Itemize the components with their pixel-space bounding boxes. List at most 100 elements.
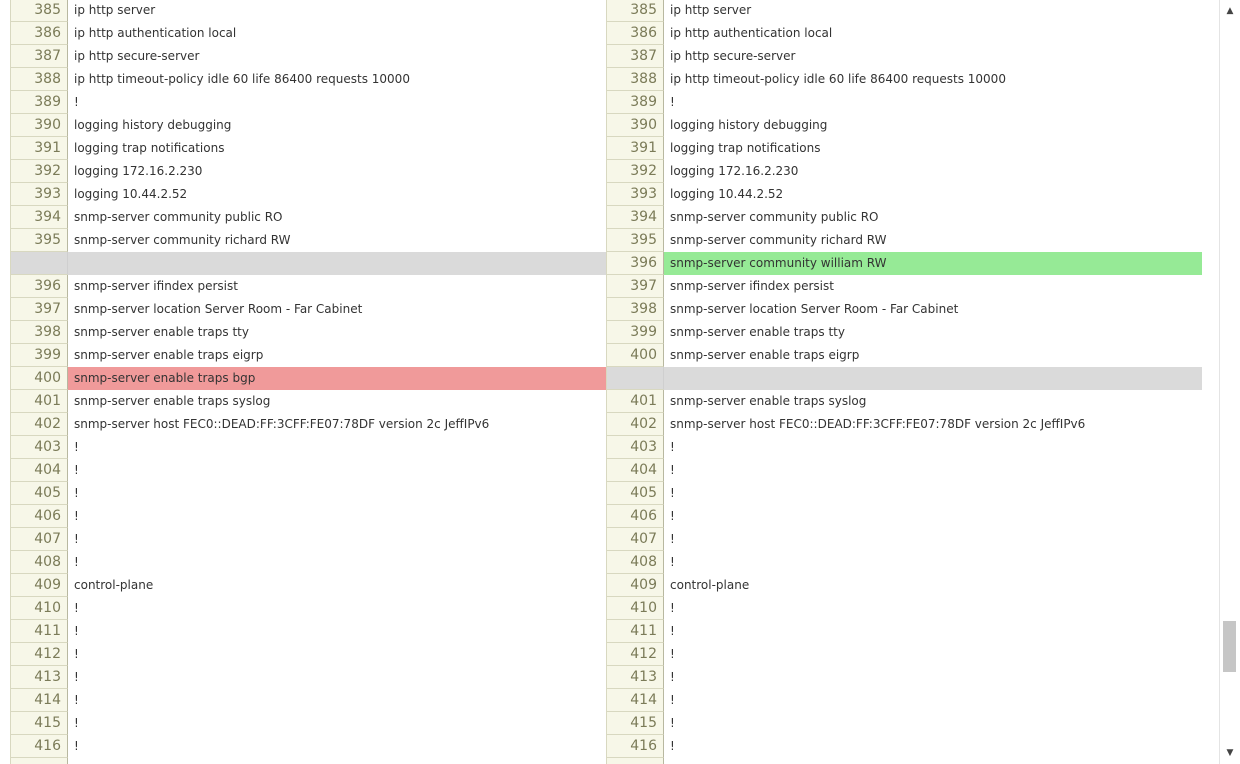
line-text: !: [670, 739, 675, 753]
line-text: ip http secure-server: [74, 49, 200, 63]
code-line: 388 ip http timeout-policy idle 60 life 8…: [10, 68, 606, 91]
code-line: 406!: [606, 505, 1202, 528]
code-line: 402 snmp-server host FEC0::DEAD:FF:3CFF:F…: [606, 413, 1202, 436]
code-line: 411!: [606, 620, 1202, 643]
line-text: ip http authentication local: [670, 26, 833, 40]
line-number: 393: [10, 183, 68, 206]
line-text: !: [670, 601, 675, 615]
line-number: 408: [606, 551, 664, 574]
line-text: !: [74, 463, 79, 477]
line-text: snmp-server location Server Room - Far C…: [670, 302, 959, 316]
code-line: 385 ip http server: [10, 0, 606, 22]
line-text: !: [670, 624, 675, 638]
line-number: 411: [10, 620, 68, 643]
line-number: 405: [606, 482, 664, 505]
code-line: 411!: [10, 620, 606, 643]
line-number: 396: [606, 252, 664, 275]
line-text: logging 172.16.2.230: [670, 164, 799, 178]
code-line: 392 logging 172.16.2.230: [10, 160, 606, 183]
line-text: snmp-server location Server Room - Far C…: [74, 302, 363, 316]
line-text: !: [670, 463, 675, 477]
placeholder-line: [606, 367, 1202, 390]
line-text: !: [74, 95, 79, 109]
line-text: !: [74, 532, 79, 546]
code-line: 393 logging 10.44.2.52: [606, 183, 1202, 206]
line-text: [664, 367, 1202, 390]
code-line: 396 snmp-server ifindex persist: [10, 275, 606, 298]
line-text: snmp-server enable traps eigrp: [74, 348, 264, 362]
left-diff-pane[interactable]: 385 ip http server 386 ip http authenticati…: [10, 0, 606, 764]
line-number: 400: [10, 367, 68, 390]
code-line: 390 logging history debugging: [10, 114, 606, 137]
code-line: 416!: [10, 735, 606, 758]
line-number: [10, 758, 68, 764]
code-line: 404!: [606, 459, 1202, 482]
line-number: 399: [606, 321, 664, 344]
scroll-down-icon[interactable]: ▼: [1220, 745, 1240, 761]
code-line: 391 logging trap notifications: [10, 137, 606, 160]
line-text: !: [74, 647, 79, 661]
line-number: 411: [606, 620, 664, 643]
line-number: 405: [10, 482, 68, 505]
line-number: 402: [10, 413, 68, 436]
line-number: 392: [10, 160, 68, 183]
line-text: snmp-server community william RW: [664, 252, 1202, 275]
line-number: 415: [606, 712, 664, 735]
line-number: 388: [10, 68, 68, 91]
line-text: !: [670, 647, 675, 661]
line-number: 387: [10, 45, 68, 68]
line-number: 389: [10, 91, 68, 114]
code-line: 410!: [606, 597, 1202, 620]
line-number: 398: [606, 298, 664, 321]
code-line: 397 snmp-server location Server Room - Fa…: [10, 298, 606, 321]
line-number: 408: [10, 551, 68, 574]
code-line: 409 control-plane: [10, 574, 606, 597]
line-text: !: [74, 486, 79, 500]
code-line: 389!: [10, 91, 606, 114]
line-number: 394: [606, 206, 664, 229]
line-text: snmp-server community richard RW: [74, 233, 291, 247]
right-diff-pane[interactable]: 385 ip http server 386 ip http authenticati…: [606, 0, 1202, 764]
line-number: 415: [10, 712, 68, 735]
line-number: 406: [606, 505, 664, 528]
line-text: snmp-server community public RO: [74, 210, 283, 224]
line-number: 389: [606, 91, 664, 114]
code-line: [10, 758, 606, 764]
line-number: 385: [606, 0, 664, 22]
line-number: 414: [10, 689, 68, 712]
line-text: ip http authentication local: [74, 26, 237, 40]
line-text: !: [670, 440, 675, 454]
code-line: 415!: [606, 712, 1202, 735]
scrollbar-thumb[interactable]: [1223, 621, 1236, 672]
line-text: snmp-server host FEC0::DEAD:FF:3CFF:FE07…: [74, 417, 490, 431]
line-number: 397: [10, 298, 68, 321]
code-line: 403!: [606, 436, 1202, 459]
line-text: snmp-server enable traps tty: [670, 325, 845, 339]
code-line: 388 ip http timeout-policy idle 60 life 8…: [606, 68, 1202, 91]
line-number: 407: [606, 528, 664, 551]
code-line: 406!: [10, 505, 606, 528]
line-text: logging history debugging: [670, 118, 828, 132]
line-text: snmp-server ifindex persist: [670, 279, 834, 293]
scroll-up-icon[interactable]: ▲: [1220, 3, 1240, 19]
line-number: [10, 252, 68, 275]
removed-line: 400 snmp-server enable traps bgp: [10, 367, 606, 390]
vertical-scrollbar[interactable]: ▲ ▼: [1219, 0, 1240, 764]
code-line: 390 logging history debugging: [606, 114, 1202, 137]
code-line: [606, 758, 1202, 764]
line-text: [68, 252, 606, 275]
code-line: 414!: [10, 689, 606, 712]
code-line: 400 snmp-server enable traps eigrp: [606, 344, 1202, 367]
code-line: 385 ip http server: [606, 0, 1202, 22]
line-number: 388: [606, 68, 664, 91]
code-line: 389!: [606, 91, 1202, 114]
line-number: 401: [10, 390, 68, 413]
code-line: 401 snmp-server enable traps syslog: [606, 390, 1202, 413]
line-number: 406: [10, 505, 68, 528]
code-line: 407!: [10, 528, 606, 551]
line-number: 390: [606, 114, 664, 137]
line-text: snmp-server enable traps tty: [74, 325, 249, 339]
line-text: snmp-server enable traps syslog: [670, 394, 867, 408]
code-line: 386 ip http authentication local: [606, 22, 1202, 45]
line-number: 413: [606, 666, 664, 689]
